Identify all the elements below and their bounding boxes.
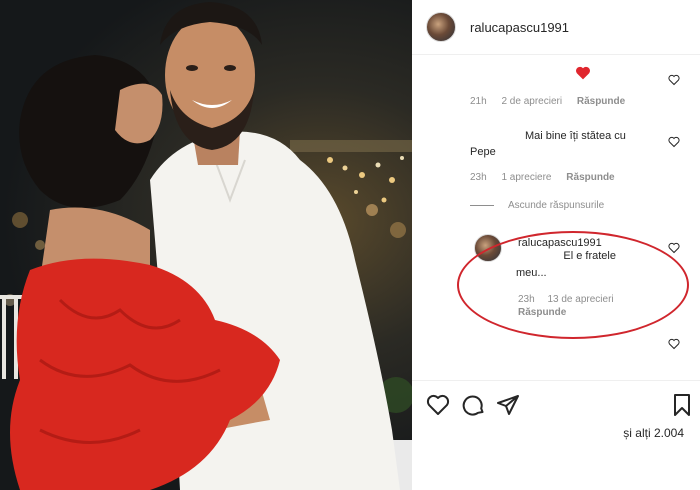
post-header: ralucapascu1991	[412, 0, 700, 55]
comment-reply-button[interactable]: Răspunde	[577, 96, 625, 107]
comment-time: 23h	[470, 172, 487, 183]
like-reply-heart-icon[interactable]	[668, 242, 680, 254]
like-comment-heart-icon[interactable]	[668, 338, 680, 350]
hide-replies-toggle[interactable]: Ascunde răspunsurile	[470, 200, 604, 211]
hide-replies-label[interactable]: Ascunde răspunsurile	[508, 200, 604, 211]
bookmark-icon[interactable]	[670, 393, 694, 417]
reply-text: El e fratele meu...	[516, 248, 616, 282]
comment-time: 21h	[470, 96, 487, 107]
post-action-bar	[412, 380, 700, 430]
comment-likes-count[interactable]: 2 de aprecieri	[501, 96, 562, 107]
author-avatar[interactable]	[426, 12, 456, 42]
comments-section: 21h 2 de aprecieri Răspunde Mai bine îți…	[412, 56, 700, 378]
like-comment-heart-icon[interactable]	[668, 136, 680, 148]
comment-text: Mai bine îți stătea cu	[525, 130, 626, 142]
likes-summary[interactable]: și alți 2.004	[623, 426, 684, 440]
paper-plane-icon[interactable]	[496, 393, 520, 417]
comment-meta: 21h 2 de aprecieri Răspunde	[470, 96, 637, 107]
like-comment-heart-icon[interactable]	[668, 74, 680, 86]
reply-text-line: meu...	[516, 267, 547, 279]
comment-reply-button[interactable]: Răspunde	[566, 172, 614, 183]
reply-likes-count[interactable]: 13 de aprecieri	[547, 294, 613, 305]
reply-item: ralucapascu1991 El e fratele meu... 23h …	[474, 234, 674, 318]
couple-photo-illustration	[0, 2, 412, 490]
post-photo[interactable]	[0, 0, 412, 490]
comment-likes-count[interactable]: 1 apreciere	[501, 172, 551, 183]
comment-bubble-icon[interactable]	[462, 393, 486, 417]
hide-replies-divider	[470, 205, 494, 206]
reply-reply-button[interactable]: Răspunde	[518, 307, 566, 318]
reply-text-line: El e fratele	[563, 250, 616, 262]
reply-time: 23h	[518, 294, 535, 305]
post-side-panel: ralucapascu1991 21h 2 de aprecieri Răspu…	[412, 0, 700, 490]
comment-meta: 23h 1 apreciere Răspunde	[470, 172, 627, 183]
red-heart-emoji-icon	[575, 66, 591, 80]
reply-meta: 23h 13 de aprecieri	[518, 294, 624, 305]
heart-outline-icon[interactable]	[426, 393, 450, 417]
reply-author-avatar[interactable]	[474, 234, 502, 262]
comment-text-continued: Pepe	[470, 146, 496, 158]
author-username[interactable]: ralucapascu1991	[470, 20, 569, 35]
